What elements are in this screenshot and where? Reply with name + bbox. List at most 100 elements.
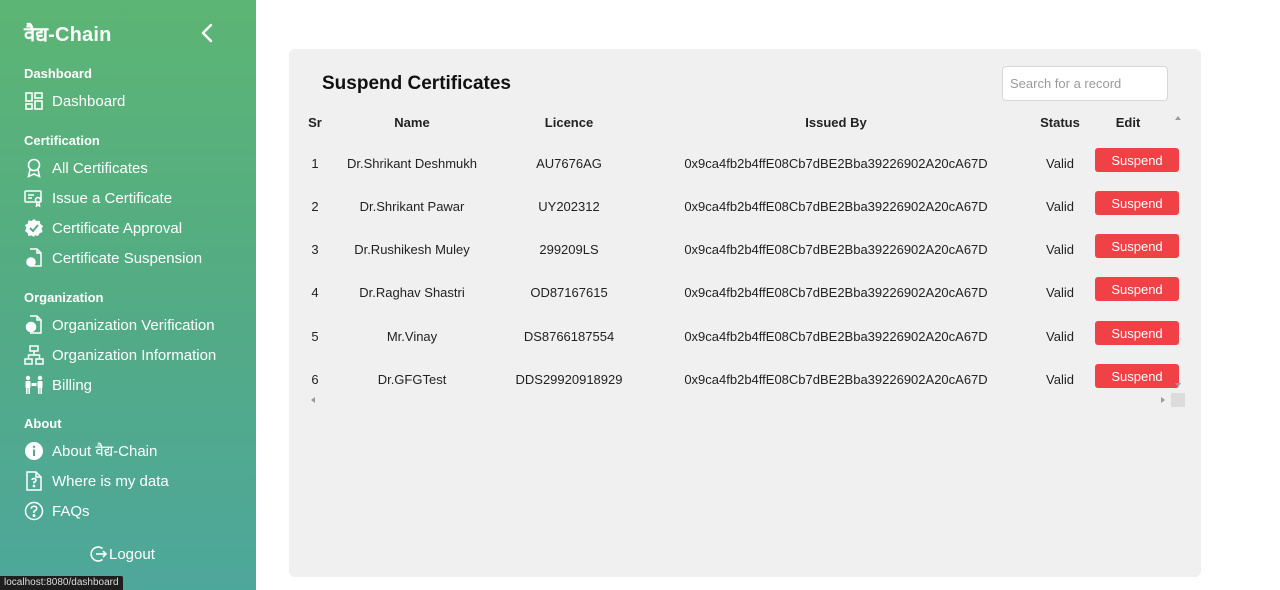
suspend-button[interactable]: Suspend <box>1095 191 1179 215</box>
sidebar-item-issue-certificate[interactable]: Issue a Certificate <box>24 187 172 209</box>
table-row: 2 Dr.Shrikant Pawar UY202312 0x9ca4fb2b4… <box>297 189 1179 225</box>
cell-sr: 4 <box>311 285 319 300</box>
sidebar-item-billing[interactable]: Billing <box>24 374 92 396</box>
info-icon <box>24 441 44 461</box>
suspend-button[interactable]: Suspend <box>1095 148 1179 172</box>
sidebar-item-label: Dashboard <box>52 92 126 110</box>
sidebar-item-faqs[interactable]: FAQs <box>24 500 90 522</box>
sidebar-item-label: About वैद्य-Chain <box>52 443 158 460</box>
logout-label: Logout <box>109 545 155 563</box>
column-header-licence: Licence <box>544 115 594 130</box>
page-title: Suspend Certificates <box>322 73 511 94</box>
certificate-issue-icon <box>24 188 44 208</box>
table-row: 5 Mr.Vinay DS8766187554 0x9ca4fb2b4ffE08… <box>297 319 1179 355</box>
cell-issued-by: 0x9ca4fb2b4ffE08Cb7dBE2Bba39226902A20cA6… <box>684 329 988 344</box>
cell-licence: DDS29920918929 <box>515 372 623 387</box>
sidebar-item-label: FAQs <box>52 502 90 520</box>
suspend-certificates-card: Suspend Certificates Sr Name Licence Iss… <box>289 49 1201 577</box>
search-input[interactable] <box>1002 66 1168 101</box>
cell-name: Dr.Raghav Shastri <box>359 285 465 300</box>
badge-check-icon <box>24 218 44 238</box>
cell-status: Valid <box>1046 329 1074 344</box>
logout-icon <box>88 544 108 564</box>
collapse-sidebar-icon[interactable] <box>198 22 218 44</box>
table-row: 6 Dr.GFGTest DDS29920918929 0x9ca4fb2b4f… <box>297 362 1179 398</box>
cell-licence: DS8766187554 <box>523 329 615 344</box>
cell-name: Dr.Shrikant Deshmukh <box>346 156 478 171</box>
cell-issued-by: 0x9ca4fb2b4ffE08Cb7dBE2Bba39226902A20cA6… <box>684 372 988 387</box>
cell-licence: OD87167615 <box>530 285 608 300</box>
sidebar-item-organization-information[interactable]: Organization Information <box>24 344 216 366</box>
cell-sr: 3 <box>311 242 319 257</box>
suspend-button[interactable]: Suspend <box>1095 234 1179 258</box>
sidebar-item-label: Billing <box>52 376 93 394</box>
scrollbar-corner <box>1171 393 1185 407</box>
question-icon <box>24 501 44 521</box>
cell-issued-by: 0x9ca4fb2b4ffE08Cb7dBE2Bba39226902A20cA6… <box>684 156 988 171</box>
sidebar-item-label: All Certificates <box>52 159 148 177</box>
column-header-issued-by: Issued By <box>805 115 867 130</box>
column-header-name: Name <box>394 115 430 130</box>
cell-sr: 5 <box>311 329 319 344</box>
table-row: 1 Dr.Shrikant Deshmukh AU7676AG 0x9ca4fb… <box>297 146 1179 182</box>
document-verify-icon <box>24 315 44 335</box>
column-header-status: Status <box>1040 115 1080 130</box>
cell-name: Mr.Vinay <box>386 329 438 344</box>
sidebar-item-all-certificates[interactable]: All Certificates <box>24 157 148 179</box>
cell-name: Dr.Shrikant Pawar <box>359 199 465 214</box>
section-certification: Certification <box>24 133 100 148</box>
sidebar-item-label: Issue a Certificate <box>52 189 173 207</box>
section-about: About <box>24 416 62 431</box>
cell-sr: 1 <box>311 156 319 171</box>
column-header-sr: Sr <box>308 115 322 130</box>
cell-licence: AU7676AG <box>536 156 602 171</box>
cell-licence: UY202312 <box>538 199 600 214</box>
sidebar-item-label: Organization Information <box>52 346 217 364</box>
hierarchy-icon <box>24 345 44 365</box>
people-money-icon <box>24 375 44 395</box>
cell-licence: 299209LS <box>539 242 599 257</box>
sidebar-item-label: Where is my data <box>52 472 169 490</box>
sidebar-item-label: Certificate Suspension <box>52 249 203 267</box>
cell-status: Valid <box>1046 372 1074 387</box>
cell-name: Dr.GFGTest <box>377 372 447 387</box>
suspend-button[interactable]: Suspend <box>1095 277 1179 301</box>
scroll-down-arrow-icon[interactable] <box>1175 383 1181 387</box>
browser-status-url: localhost:8080/dashboard <box>0 576 123 590</box>
cell-issued-by: 0x9ca4fb2b4ffE08Cb7dBE2Bba39226902A20cA6… <box>684 242 988 257</box>
brand-logo: वैद्य-Chain <box>24 24 112 46</box>
cell-issued-by: 0x9ca4fb2b4ffE08Cb7dBE2Bba39226902A20cA6… <box>684 199 988 214</box>
cell-sr: 6 <box>311 372 319 387</box>
award-icon <box>24 158 44 178</box>
sidebar-item-label: Organization Verification <box>52 316 215 334</box>
cell-issued-by: 0x9ca4fb2b4ffE08Cb7dBE2Bba39226902A20cA6… <box>684 285 988 300</box>
sidebar-item-certificate-suspension[interactable]: Certificate Suspension <box>24 247 202 269</box>
cell-status: Valid <box>1046 199 1074 214</box>
file-question-icon <box>24 471 44 491</box>
document-suspend-icon <box>24 248 44 268</box>
scroll-up-arrow-icon[interactable] <box>1175 116 1181 120</box>
logout-button[interactable]: Logout <box>88 544 155 564</box>
table-row: 3 Dr.Rushikesh Muley 299209LS 0x9ca4fb2b… <box>297 232 1179 268</box>
sidebar-item-about[interactable]: About वैद्य-Chain <box>24 440 157 462</box>
sidebar-item-organization-verification[interactable]: Organization Verification <box>24 314 215 336</box>
section-dashboard: Dashboard <box>24 66 92 81</box>
suspend-button[interactable]: Suspend <box>1095 321 1179 345</box>
dashboard-icon <box>24 91 44 111</box>
section-organization: Organization <box>24 290 104 305</box>
table-row: 4 Dr.Raghav Shastri OD87167615 0x9ca4fb2… <box>297 275 1179 311</box>
sidebar: वैद्य-Chain Dashboard Dashboard Certific… <box>0 0 256 590</box>
scroll-right-arrow-icon[interactable] <box>1161 397 1165 403</box>
sidebar-item-certificate-approval[interactable]: Certificate Approval <box>24 217 182 239</box>
column-header-edit: Edit <box>1115 115 1141 130</box>
cell-name: Dr.Rushikesh Muley <box>354 242 470 257</box>
suspend-button[interactable]: Suspend <box>1095 364 1179 388</box>
scroll-left-arrow-icon[interactable] <box>311 397 315 403</box>
cell-status: Valid <box>1046 285 1074 300</box>
sidebar-item-dashboard[interactable]: Dashboard <box>24 90 125 112</box>
cell-sr: 2 <box>311 199 319 214</box>
cell-status: Valid <box>1046 156 1074 171</box>
sidebar-item-where-is-my-data[interactable]: Where is my data <box>24 470 169 492</box>
cell-status: Valid <box>1046 242 1074 257</box>
sidebar-item-label: Certificate Approval <box>52 219 183 237</box>
